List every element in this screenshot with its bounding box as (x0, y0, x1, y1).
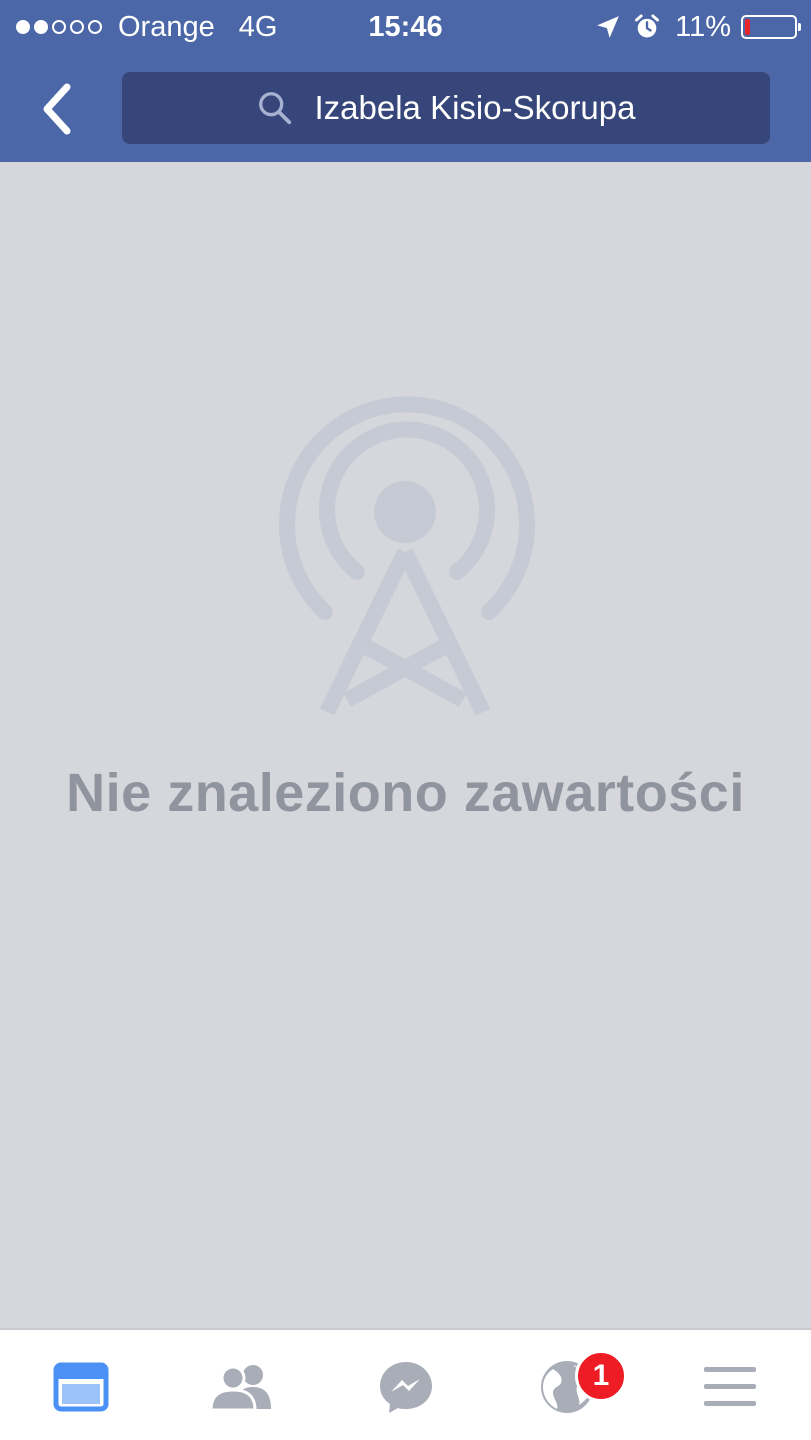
tab-notifications[interactable]: 1 (527, 1350, 627, 1422)
notification-badge: 1 (575, 1350, 627, 1402)
back-button[interactable] (30, 78, 82, 140)
news-feed-icon (53, 1362, 109, 1412)
friends-icon (209, 1365, 271, 1412)
battery-icon (741, 15, 801, 39)
search-input[interactable]: Izabela Kisio-Skorupa (122, 72, 770, 144)
battery-percent: 11% (675, 10, 731, 43)
menu-icon (704, 1367, 756, 1406)
empty-message: Nie znaleziono zawartości (66, 763, 745, 823)
tab-more[interactable] (690, 1352, 770, 1422)
broadcast-tower-icon (279, 396, 535, 716)
top-bar: Orange 4G 15:46 11% Izabela Kisio-Skorup… (0, 0, 811, 162)
search-query: Izabela Kisio-Skorupa (314, 89, 636, 126)
chevron-left-icon (43, 83, 71, 135)
tab-messenger[interactable] (366, 1352, 446, 1422)
battery-level (745, 19, 750, 35)
tab-news-feed[interactable] (41, 1352, 121, 1422)
tab-friend-requests[interactable] (202, 1352, 282, 1422)
search-icon (259, 92, 292, 125)
alarm-icon (635, 14, 660, 38)
empty-state: Nie znaleziono zawartości (0, 162, 811, 1328)
tab-bar: 1 (0, 1328, 811, 1440)
location-arrow-icon (597, 16, 619, 38)
status-right: 11% (583, 8, 801, 46)
status-bar: Orange 4G 15:46 11% (0, 0, 811, 54)
messenger-icon (380, 1362, 432, 1413)
